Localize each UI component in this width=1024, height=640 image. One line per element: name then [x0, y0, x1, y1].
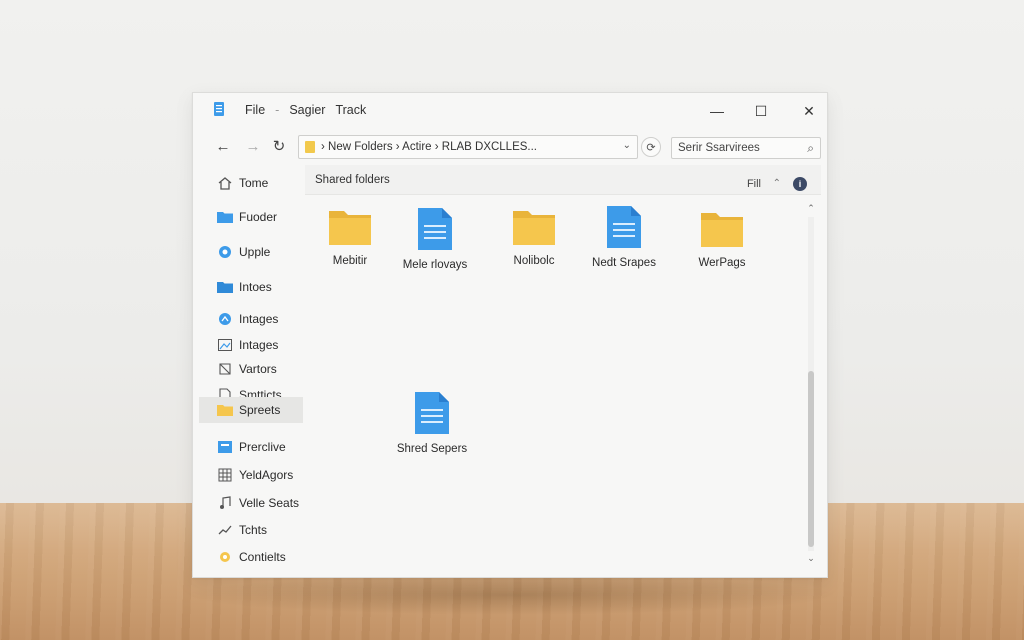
item-label: Mele rlovays — [402, 259, 468, 271]
sidebar-item-vartors[interactable]: Vartors — [199, 357, 303, 381]
window-shadow — [180, 575, 840, 615]
preview-icon — [217, 440, 233, 454]
document-icon — [607, 206, 641, 248]
sidebar-item-label: Fuoder — [239, 210, 278, 224]
address-bar[interactable]: › New Folders › Actire › RLAB DXCLLES...… — [298, 135, 638, 159]
folder-item[interactable]: WerPags — [677, 209, 767, 269]
document-item[interactable]: Nedt Srapes — [579, 205, 669, 269]
menu-bar: File - Sagier Track — [243, 103, 368, 117]
menu-item-file[interactable]: File — [243, 103, 267, 117]
folder-icon — [305, 141, 315, 153]
sidebar-item-intages[interactable]: Intages — [199, 307, 303, 331]
title-bar: File - Sagier Track — ☐ ✕ — [193, 93, 827, 129]
chevron-down-icon[interactable]: ⌄ — [805, 553, 817, 565]
sidebar-item-folder[interactable]: Fuoder — [199, 205, 303, 229]
menu-item-sagier[interactable]: Sagier — [287, 103, 327, 117]
menu-item-track[interactable]: Track — [333, 103, 368, 117]
forward-button[interactable]: → — [241, 135, 265, 157]
pictures-icon — [217, 312, 233, 326]
navigation-bar: ← → ↻ › New Folders › Actire › RLAB DXCL… — [193, 131, 827, 163]
file-explorer-window: File - Sagier Track — ☐ ✕ ← → ↻ › New Fo… — [192, 92, 828, 578]
minimize-button[interactable]: — — [697, 99, 737, 123]
sidebar-item-tchts[interactable]: Tchts — [199, 518, 303, 542]
sidebar-item-label: Prerclive — [239, 440, 286, 454]
home-icon — [217, 176, 233, 190]
document-icon — [415, 392, 449, 434]
sidebar-item-label: YeldAgors — [239, 468, 294, 482]
folder-icon — [513, 211, 555, 245]
chevron-down-icon[interactable]: ⌄ — [623, 140, 631, 151]
view-options-button[interactable]: Fill — [747, 178, 761, 190]
image-icon — [217, 338, 233, 352]
scroll-thumb[interactable] — [808, 371, 814, 547]
item-label: Mebitir — [332, 255, 368, 267]
sidebar-item-label: Intages — [239, 338, 279, 352]
sidebar-item-yeldagors[interactable]: YeldAgors — [199, 463, 303, 487]
sidebar-item-prerclive[interactable]: Prerclive — [199, 435, 303, 459]
folder-icon — [217, 280, 233, 294]
item-label: Nedt Srapes — [592, 257, 656, 269]
chevron-up-icon[interactable]: ⌃ — [805, 203, 817, 215]
search-input[interactable]: Serir Ssarvirees ⌕ — [671, 137, 821, 159]
sidebar-item-label: Intoes — [239, 280, 272, 294]
sidebar-item-label: Spreets — [239, 403, 281, 417]
settings-icon — [217, 550, 233, 564]
sidebar-item-home[interactable]: Tome — [199, 171, 303, 195]
sidebar-item-label: Contielts — [239, 550, 286, 564]
sidebar-item-velle-seats[interactable]: Velle Seats — [199, 491, 303, 515]
folder-icon — [329, 211, 371, 245]
search-placeholder: Serir Ssarvirees — [678, 142, 760, 154]
grid-icon — [217, 468, 233, 482]
maximize-button[interactable]: ☐ — [741, 99, 781, 123]
search-icon[interactable]: ⌕ — [807, 141, 814, 156]
vertical-scrollbar[interactable]: ⌃ ⌄ — [805, 203, 817, 565]
sidebar-item-intoes[interactable]: Intoes — [199, 275, 303, 299]
menu-separator: - — [275, 103, 280, 117]
sidebar-item-label: Intages — [239, 312, 279, 326]
document-icon — [418, 208, 452, 250]
refresh-button[interactable]: ↻ — [267, 135, 291, 157]
sidebar-item-label: Vartors — [239, 362, 277, 376]
folder-item[interactable]: Mebitir — [305, 207, 395, 267]
folder-icon — [701, 213, 743, 247]
sidebar-item-label: Velle Seats — [239, 496, 300, 510]
item-label: Nolibolc — [513, 255, 555, 267]
sidebar-item-label: Upple — [239, 245, 271, 259]
document-item[interactable]: Shred Sepers — [387, 391, 477, 455]
sidebar-item-label: Tome — [239, 176, 269, 190]
item-label: WerPags — [698, 257, 746, 269]
music-icon — [217, 496, 233, 510]
chart-icon — [217, 523, 233, 537]
folder-icon — [217, 403, 233, 417]
vector-icon — [217, 362, 233, 376]
sidebar-item-spreets[interactable]: Spreets — [199, 397, 303, 423]
content-pane: Shared folders Fill ⌃ i Mebitir Mele rlo… — [305, 165, 821, 573]
address-path: › New Folders › Actire › RLAB DXCLLES... — [321, 141, 538, 153]
sort-icon[interactable]: ⌃ — [773, 178, 781, 189]
sidebar-item-contielts[interactable]: Contielts — [199, 545, 303, 569]
sidebar-item-intages-2[interactable]: Intages — [199, 333, 303, 357]
sidebar: Tome Fuoder Upple Intoes Intages Intages… — [199, 165, 303, 573]
history-icon[interactable]: ⟳ — [641, 137, 661, 157]
close-button[interactable]: ✕ — [789, 99, 829, 123]
info-icon[interactable]: i — [793, 177, 807, 191]
item-label: Shred Sepers — [396, 443, 468, 455]
app-icon — [214, 102, 224, 116]
document-item[interactable]: Mele rlovays — [390, 207, 480, 271]
content-header: Shared folders Fill ⌃ i — [305, 165, 821, 195]
folder-item[interactable]: Nolibolc — [489, 207, 579, 267]
sidebar-item-upple[interactable]: Upple — [199, 240, 303, 264]
cloud-icon — [217, 245, 233, 259]
section-title: Shared folders — [315, 174, 390, 186]
back-button[interactable]: ← — [211, 135, 235, 157]
folder-icon — [217, 210, 233, 224]
sidebar-item-label: Tchts — [239, 523, 268, 537]
